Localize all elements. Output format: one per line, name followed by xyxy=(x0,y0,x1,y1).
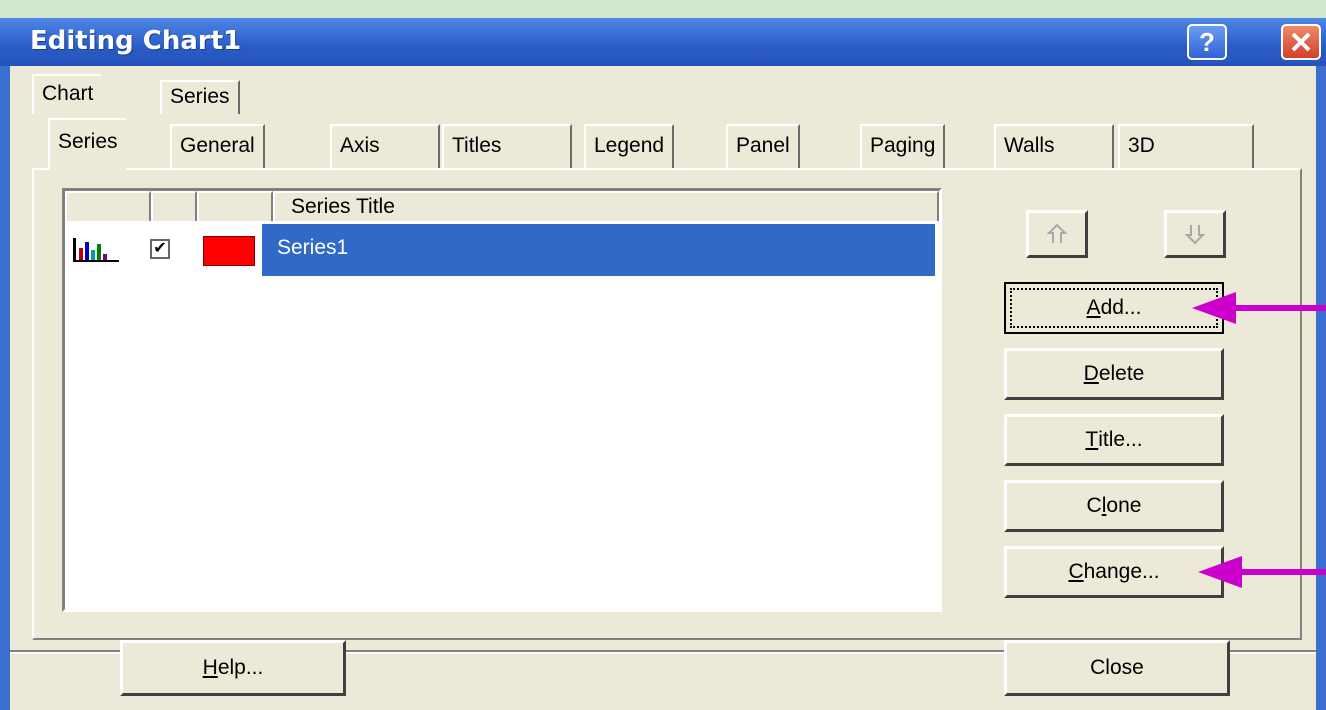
arrow-down-icon xyxy=(1184,225,1206,245)
bar-chart-icon xyxy=(73,238,119,262)
delete-label: elete xyxy=(1098,362,1145,385)
title-button[interactable]: Title... xyxy=(1004,414,1224,466)
tab-walls[interactable]: Walls xyxy=(994,124,1114,168)
change-button[interactable]: Change... xyxy=(1004,546,1224,598)
tab-general[interactable]: General xyxy=(170,124,265,168)
clone-label: one xyxy=(1106,494,1142,517)
close-label: Close xyxy=(1090,656,1144,679)
close-button[interactable]: Close xyxy=(1004,640,1230,696)
tab-3d[interactable]: 3D xyxy=(1118,124,1254,168)
tab-legend[interactable]: Legend xyxy=(584,124,675,168)
close-icon xyxy=(1291,32,1311,52)
editing-chart-dialog: Editing Chart1 ? Chart Series Series Gen… xyxy=(0,18,1326,710)
add-mnemonic: A xyxy=(1086,296,1101,319)
column-header-title[interactable]: Series Title xyxy=(273,191,939,221)
tab-axis[interactable]: Axis xyxy=(330,124,440,168)
help-titlebar-button[interactable]: ? xyxy=(1187,24,1227,60)
series-row-selected[interactable] xyxy=(262,224,935,276)
move-up-button[interactable] xyxy=(1026,210,1088,258)
annotation-arrow-icon xyxy=(1192,292,1326,324)
arrow-up-icon xyxy=(1046,223,1068,243)
tab-series[interactable]: Series xyxy=(48,118,126,170)
change-label: hange... xyxy=(1083,560,1160,583)
title-label: itle... xyxy=(1098,428,1143,451)
series-title: Series1 xyxy=(277,236,349,259)
list-item[interactable]: ✔ Series1 xyxy=(65,224,939,276)
clone-button[interactable]: Cl one xyxy=(1004,480,1224,532)
add-label: dd... xyxy=(1100,296,1142,319)
change-mnemonic: C xyxy=(1068,560,1084,583)
delete-button[interactable]: Delete xyxy=(1004,348,1224,400)
series-color-swatch[interactable] xyxy=(203,236,255,266)
tab-panel[interactable]: Panel xyxy=(726,124,800,168)
help-label: elp... xyxy=(217,656,264,679)
help-button[interactable]: Help... xyxy=(120,640,346,696)
question-icon: ? xyxy=(1199,26,1215,57)
title-mnemonic: T xyxy=(1085,428,1099,451)
series-visible-checkbox[interactable]: ✔ xyxy=(150,239,170,259)
column-header-color[interactable] xyxy=(197,191,273,221)
close-titlebar-button[interactable] xyxy=(1281,24,1321,60)
tab-series-outer[interactable]: Series xyxy=(160,80,240,114)
help-mnemonic: H xyxy=(202,656,218,679)
clone-label-start: C xyxy=(1086,494,1102,517)
series-list[interactable]: Series Title ✔ Series1 xyxy=(62,188,942,612)
tab-chart[interactable]: Chart xyxy=(32,74,102,114)
tab-paging[interactable]: Paging xyxy=(860,124,946,168)
column-header-type[interactable] xyxy=(65,191,151,221)
annotation-arrow-icon xyxy=(1198,556,1326,588)
tab-titles[interactable]: Titles xyxy=(442,124,572,168)
window-title: Editing Chart1 xyxy=(30,26,242,56)
delete-mnemonic: D xyxy=(1083,362,1099,385)
title-bar[interactable]: Editing Chart1 ? xyxy=(0,18,1326,66)
column-header-visible[interactable] xyxy=(151,191,197,221)
move-down-button[interactable] xyxy=(1164,210,1226,258)
